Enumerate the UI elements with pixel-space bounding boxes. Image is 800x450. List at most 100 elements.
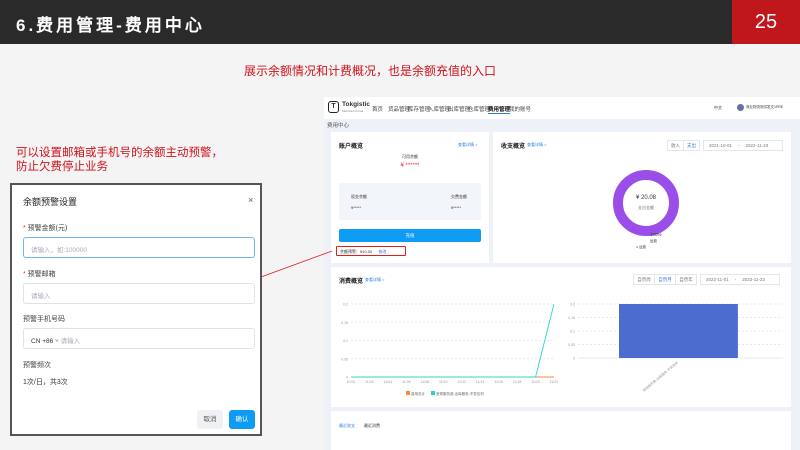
legend-total: 费用总计 <box>410 392 425 396</box>
amount-label: 预警金额(元) <box>27 225 68 232</box>
language-select[interactable]: 中文 <box>714 105 722 111</box>
email-input[interactable]: 请输入 <box>23 283 255 304</box>
donut-pct-label: 运费 <box>650 239 657 243</box>
consumption-charts: 0 0.05 0.1 0.15 0.2 10/31 11/02 11/04 11/06 11/08… <box>341 303 783 393</box>
income-overview-card: 收支概览 查看详情 > 收入 支出 2021-10-01-2022-11-23 … <box>493 132 791 263</box>
y-tick-label: 0.2 <box>343 303 348 307</box>
income-detail-link[interactable]: 查看详情 > <box>527 142 546 148</box>
y-tick-label: 0.05 <box>568 343 575 347</box>
x-tick-label: 11/20 <box>531 380 540 384</box>
balance-alert-row: 余额预警：¥10.00 修改 <box>336 246 406 256</box>
y-tick-label: 0 <box>346 376 348 380</box>
x-tick-label: 11/12 <box>457 380 466 384</box>
date-from: 2021-10-01 <box>709 143 733 148</box>
note-line-1: 可以设置邮箱或手机号的余额主动预警， <box>16 147 223 159</box>
nav-item[interactable]: 仓库管理 <box>468 105 490 113</box>
donut-pct: 100% <box>650 232 662 237</box>
top-nav: T Tokgistic Merchant Portal 首页 货品管理 库存管理 入库… <box>324 97 800 119</box>
annotation-note: 可以设置邮箱或手机号的余额主动预警， 防止欠费停止业务 <box>16 146 223 174</box>
x-tick-label: 11/16 <box>494 380 503 384</box>
tab-recent-income[interactable]: 最近收支 <box>339 423 355 429</box>
note-line-2: 防止欠费停止业务 <box>16 161 108 173</box>
line-legend: 费用总计 常规服务费-出库服务-不发包材 <box>406 391 484 397</box>
y-tick-label: 0.2 <box>570 303 575 307</box>
y-tick-label: 0 <box>573 357 575 361</box>
close-icon[interactable]: × <box>248 195 253 205</box>
balance-alert-modal: 余额预警设置 × * 预警金额(元) 请输入，如:100000 * 预警邮箱 请… <box>10 183 262 436</box>
freq-value: 1次/日，共3次 <box>23 379 68 386</box>
account-overview-card: 账户概览 查看详情 > 可用余额 ¥ ****** 现金余额 ¥***** 欠费… <box>331 132 489 263</box>
page-title: 费用中心 <box>327 123 350 129</box>
slide-title: 6.费用管理-费用中心 <box>16 16 205 35</box>
account-title: 账户概览 <box>339 144 364 150</box>
bar <box>619 304 738 358</box>
donut-value: ¥ 20.08 <box>635 195 657 201</box>
logo-icon: T <box>328 101 339 113</box>
y-tick-label: 0.05 <box>341 357 348 361</box>
consumption-overview-card: 消费概览 查看详情 > 自然周 自然月 自然年 2022-11-01-2022-… <box>331 267 791 407</box>
phone-input-group: CN +86 ˅ 请输入 <box>23 328 255 349</box>
y-tick-label: 0.15 <box>568 316 575 320</box>
nav-item[interactable]: 货品管理 <box>388 105 410 113</box>
slide-subtitle: 展示余额情况和计费概况，也是余额充值的入口 <box>243 64 496 78</box>
income-title: 收支概览 <box>501 144 526 150</box>
nav-item[interactable]: 出库管理 <box>448 105 470 113</box>
tab-recent-consumption[interactable]: 最近消费 <box>364 423 380 429</box>
balance-alert-label: 余额预警：¥10.00 <box>340 249 373 254</box>
y-tick-label: 0.1 <box>343 339 348 343</box>
donut-legend: ● 运费 <box>636 245 647 249</box>
legend-swatch <box>430 391 435 395</box>
chevron-down-icon[interactable]: ˅ <box>53 338 60 345</box>
user-name[interactable]: 商业物流测试发文1PRE <box>746 105 783 110</box>
logo-text: Tokgistic <box>342 101 371 108</box>
modal-title: 余额预警设置 <box>23 197 78 207</box>
x-tick-label: 11/08 <box>421 380 430 384</box>
phone-label: 预警手机号码 <box>23 316 65 323</box>
nav-item[interactable]: 库存管理 <box>408 105 430 113</box>
x-tick-label: 11/18 <box>513 380 522 384</box>
expense-donut <box>613 170 679 236</box>
country-code-select[interactable]: CN +86 <box>31 338 53 345</box>
x-tick-label: 11/02 <box>365 380 374 384</box>
date-to: 2022-11-23 <box>745 143 769 148</box>
nav-item[interactable]: 入库管理 <box>428 105 450 113</box>
confirm-button[interactable]: 确认 <box>229 410 255 429</box>
cash-value: ¥***** <box>351 205 362 210</box>
tab-income[interactable]: 收入 <box>667 140 684 151</box>
y-tick-label: 0.15 <box>341 321 348 325</box>
phone-input[interactable]: 请输入 <box>61 338 81 345</box>
nav-item[interactable]: 首页 <box>372 105 383 113</box>
slide-header: 6.费用管理-费用中心 <box>0 0 800 44</box>
cancel-button[interactable]: 取消 <box>197 410 223 429</box>
income-date-range[interactable]: 2021-10-01-2022-11-23 <box>703 140 783 151</box>
legend-label: 运费 <box>639 245 647 249</box>
nav-item[interactable]: 费用管理 <box>488 105 511 114</box>
x-tick-label: 11/14 <box>476 380 485 384</box>
x-tick-label: 11/10 <box>439 380 448 384</box>
freq-label: 预警频次 <box>23 362 51 369</box>
credit-label: 欠费金额 <box>451 194 467 199</box>
y-tick-label: 0.1 <box>570 330 575 334</box>
avatar[interactable] <box>737 104 744 111</box>
balance-alert-edit-link[interactable]: 修改 <box>378 249 386 254</box>
available-value: ¥ ****** <box>400 163 420 169</box>
recent-card: 最近收支 最近消费 <box>331 411 791 450</box>
logo-sub: Merchant Portal <box>342 109 364 113</box>
page-number: 25 <box>732 0 800 44</box>
x-tick-label: 常规服务费-出库服务-不发包材 <box>641 359 679 392</box>
x-tick-label: 11/04 <box>384 380 393 384</box>
x-tick-label: 10/31 <box>347 380 356 384</box>
x-tick-label: 11/22 <box>550 380 559 384</box>
recharge-button[interactable]: 充值 <box>339 229 481 242</box>
amount-input[interactable]: 请输入，如:100000 <box>23 237 255 258</box>
account-detail-link[interactable]: 查看详情 > <box>458 142 477 148</box>
nav-item[interactable]: 我的账号 <box>509 105 531 113</box>
donut-label: 支出金额 <box>638 205 654 210</box>
legend-swatch <box>406 391 410 395</box>
credit-value: ¥***** <box>451 205 462 210</box>
app-screenshot: T Tokgistic Merchant Portal 首页 货品管理 库存管理 入库… <box>324 97 800 450</box>
tab-expense[interactable]: 支出 <box>683 140 700 151</box>
balance-box: 现金余额 ¥***** 欠费金额 ¥***** <box>339 183 481 220</box>
available-label: 可用余额 <box>402 154 418 159</box>
email-label: 预警邮箱 <box>27 271 56 278</box>
